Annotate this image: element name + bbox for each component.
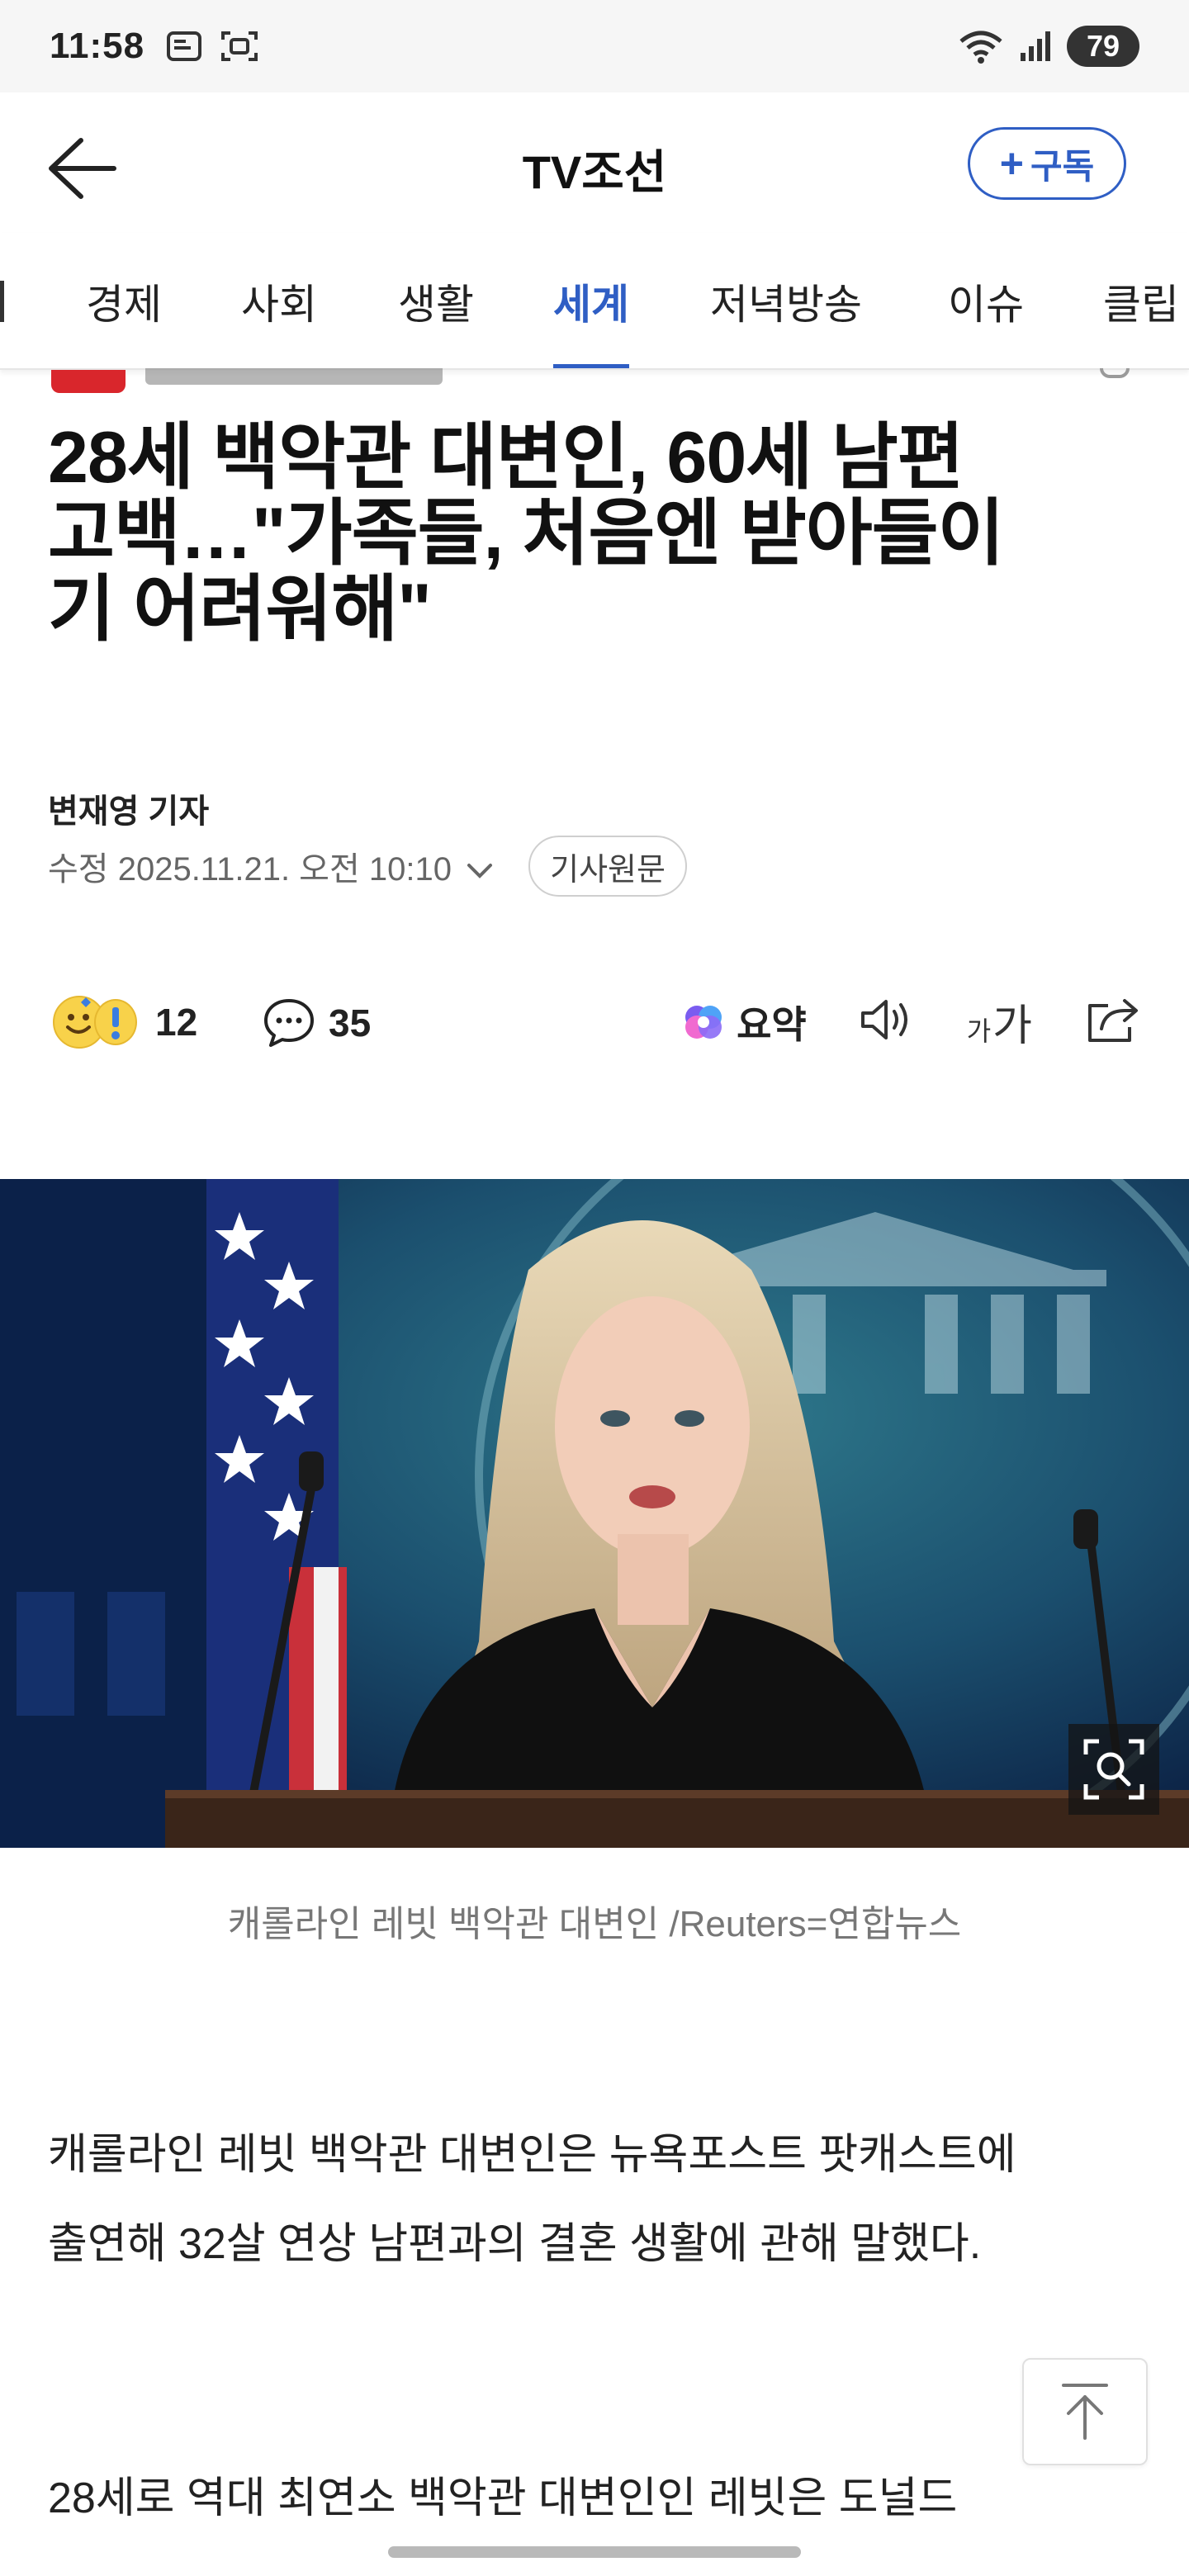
signal-icon [1021, 31, 1050, 61]
surprised-emoji-icon [94, 999, 137, 1045]
headline-line: 기 어려워해" [48, 568, 432, 650]
ai-sparkle-icon [685, 1005, 722, 1039]
previous-tab-edge [0, 281, 4, 322]
summary-label: 요약 [737, 1002, 807, 1046]
app-header: TV조선 + 구독 [0, 92, 1189, 233]
tab-label: 세계 [553, 282, 629, 328]
subscribe-label: 구독 [1030, 146, 1095, 186]
status-time: 11:58 [50, 26, 145, 66]
article-tools: 요약 가 가 [679, 991, 1141, 1053]
status-left-icons [166, 28, 258, 64]
subscribe-button[interactable]: + 구독 [968, 127, 1126, 200]
tab-label: 저녁방송 [710, 282, 862, 328]
article-paragraph: 28세로 역대 최연소 백악관 대변인인 레빗은 도널드 [48, 2474, 958, 2522]
reaction-button[interactable]: 12 [53, 996, 197, 1049]
press-briefing-photo [0, 1179, 1189, 1848]
modified-date-text: 수정 2025.11.21. 오전 10:10 [48, 851, 452, 888]
font-size-button[interactable]: 가 가 [967, 991, 1032, 1053]
press-logo-wordmark [145, 368, 443, 385]
headline-line: 28세 백악관 대변인, 60세 남편 [48, 416, 964, 498]
home-indicator[interactable] [388, 2546, 801, 2558]
speaker-icon [860, 1000, 907, 1039]
modified-date[interactable]: 수정 2025.11.21. 오전 10:10 [48, 842, 494, 890]
tab-clip[interactable]: 클립 [1103, 233, 1179, 368]
reporter-name[interactable]: 변재영 기자 [48, 784, 209, 832]
comment-button[interactable]: 35 [263, 997, 371, 1049]
original-article-button[interactable]: 기사원문 [528, 836, 687, 897]
chevron-down-icon [467, 864, 493, 878]
tab-label: 사회 [241, 282, 317, 328]
battery-indicator: 79 [1067, 26, 1139, 67]
more-icon[interactable] [1100, 368, 1130, 378]
comment-icon [264, 999, 314, 1047]
share-icon [1088, 999, 1138, 1042]
font-size-small-label: 가 [966, 1016, 992, 1046]
screenshot-icon [221, 31, 258, 61]
press-logo [51, 370, 126, 393]
photo-caption: 캐롤라인 레빗 백악관 대변인 /Reuters=연합뉴스 [227, 1904, 962, 1944]
active-tab-indicator [553, 364, 629, 368]
text-to-speech-button[interactable] [858, 995, 916, 1049]
summary-button[interactable]: 요약 [679, 995, 807, 1049]
tab-label: 경제 [86, 282, 162, 328]
share-button[interactable] [1083, 994, 1141, 1049]
tab-economy[interactable]: 경제 [86, 233, 162, 368]
tab-life[interactable]: 생활 [398, 233, 474, 368]
message-icon [167, 31, 202, 61]
photo-zoom-button[interactable] [1068, 1724, 1159, 1815]
category-tabs: 경제 사회 생활 세계 저녁방송 이슈 클립 [0, 233, 1189, 370]
article-actions: 12 35 요약 가 가 [0, 983, 1189, 1065]
headline-line: 고백…"가족들, 처음엔 받아들이 [48, 492, 1005, 574]
tab-issue[interactable]: 이슈 [948, 233, 1024, 368]
article-headline: 28세 백악관 대변인, 60세 남편 고백…"가족들, 처음엔 받아들이 기 … [48, 419, 1146, 647]
reaction-count: 12 [155, 1001, 198, 1044]
tab-label: 이슈 [948, 282, 1024, 328]
article-paragraph: 캐롤라인 레빗 백악관 대변인은 뉴욕포스트 팟캐스트에 출연해 32살 연상 … [48, 2131, 1016, 2268]
article-page: 11:58 79 TV조선 + 구독 경제 사회 생활 세계 저녁방송 이슈 클… [0, 0, 1189, 2576]
scroll-to-top-button[interactable] [1022, 2358, 1148, 2465]
tab-evening-news[interactable]: 저녁방송 [710, 233, 862, 368]
status-right: 79 [958, 26, 1139, 67]
tab-society[interactable]: 사회 [241, 233, 317, 368]
article-photo[interactable] [0, 1179, 1189, 1848]
wifi-icon [959, 31, 1002, 64]
arrow-up-icon [1062, 2384, 1108, 2440]
tab-world[interactable]: 세계 [553, 233, 629, 368]
tab-label: 생활 [398, 282, 474, 328]
article-meta: 수정 2025.11.21. 오전 10:10 기사원문 [48, 836, 687, 897]
status-bar: 11:58 79 [0, 0, 1189, 92]
plus-icon: + [999, 140, 1024, 187]
zoom-icon [1083, 1739, 1144, 1800]
font-size-large-label: 가 [992, 1002, 1032, 1050]
comment-count: 35 [329, 1002, 372, 1044]
tab-label: 클립 [1103, 282, 1179, 328]
